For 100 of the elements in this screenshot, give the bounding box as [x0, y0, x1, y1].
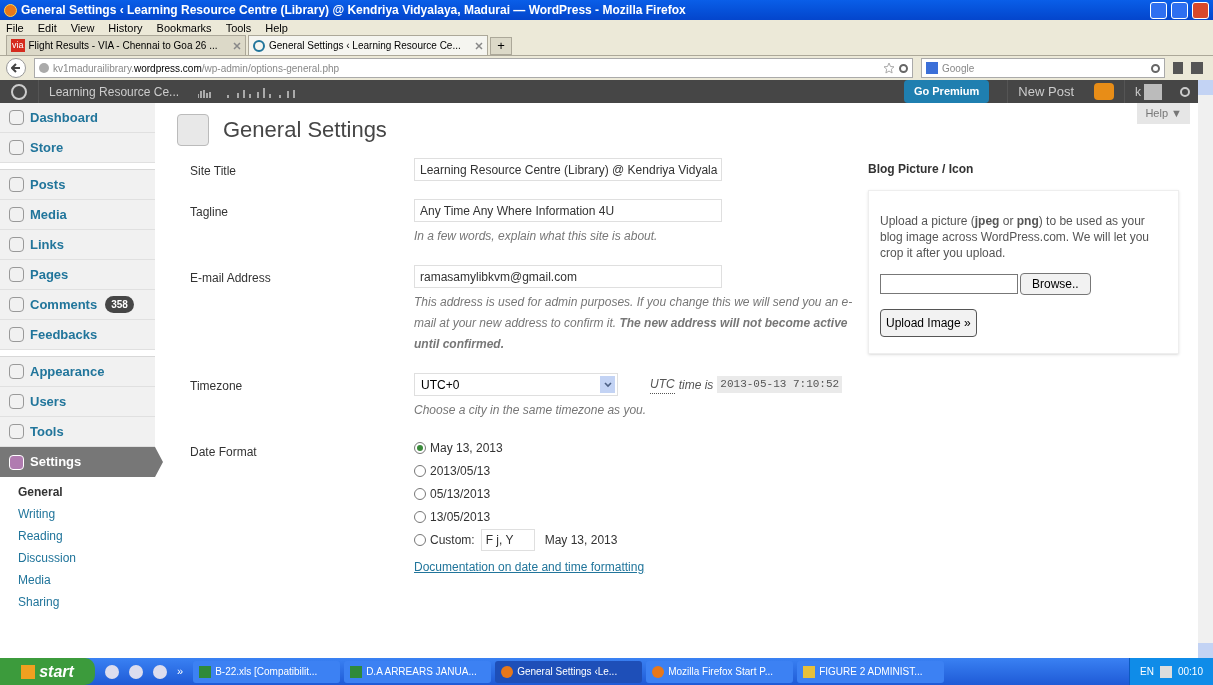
menu-icon [9, 110, 24, 125]
menu-item[interactable]: Bookmarks [156, 19, 212, 37]
upload-description: Upload a picture (jpeg or png) to be used as your blog image across WordPress.com. We will let you crop it after you upload. [880, 213, 1150, 261]
taskbar-button[interactable]: D.A ARREARS JANUA... [344, 660, 492, 683]
radio-label: 05/13/2013 [430, 486, 491, 503]
field-description: In a few words, explain what this site is about. [414, 228, 659, 245]
sidebar-item[interactable]: Media [0, 200, 155, 230]
field-description: This address is used for admin purposes. If you change this we will send you an e-mail at your new address to confirm it. The new address will not become active until confirmed. [414, 294, 854, 353]
menu-icon [9, 207, 24, 222]
star-icon[interactable] [883, 62, 895, 74]
sidebar-item[interactable]: Dashboard [0, 103, 155, 133]
taskbar-button[interactable]: B-22.xls [Compatibilit... [193, 660, 341, 683]
menu-item[interactable]: Tools [225, 19, 252, 37]
close-tab-icon[interactable] [233, 41, 241, 50]
browser-tab[interactable]: via Flight Results - VIA - Chennai to Goa 26 ... [6, 35, 246, 55]
address-bar[interactable]: kv1madurailibrary.wordpress.com/wp-admin/options-general.php [34, 58, 913, 78]
menu-icon [9, 140, 24, 155]
page-title: General Settings [223, 116, 387, 144]
utc-abbreviation: UTC [650, 375, 675, 394]
wordpress-logo-icon[interactable] [11, 83, 27, 100]
file-path-field[interactable] [880, 274, 1018, 294]
comment-count: 358 [105, 296, 134, 313]
taskbar-button[interactable]: Mozilla Firefox Start P... [646, 660, 794, 683]
taskbar-button[interactable]: General Settings ‹Le... [495, 660, 643, 683]
submenu-item[interactable]: Media [18, 571, 51, 593]
utc-time: 2013-05-13 7:10:52 [717, 376, 843, 393]
search-field[interactable]: Google [921, 58, 1165, 78]
timezone-select[interactable]: UTC+0 [414, 373, 618, 396]
menu-item[interactable]: File [6, 19, 24, 37]
submenu-item[interactable]: Writing [18, 505, 56, 527]
sidebar-item[interactable]: Tools [0, 417, 155, 447]
menu-icon [9, 267, 24, 282]
menu-item[interactable]: Help [265, 19, 288, 37]
settings-page-icon [177, 113, 209, 146]
taskbar-button[interactable]: FIGURE 2 ADMINIST... [797, 660, 945, 683]
new-tab-button[interactable]: + [490, 37, 512, 55]
menu-item[interactable]: View [70, 19, 95, 37]
menu-item[interactable]: History [108, 19, 143, 37]
radio-button[interactable] [414, 534, 426, 546]
menu-icon [9, 454, 24, 470]
browser-tab[interactable]: General Settings ‹ Learning Resource Ce... [248, 35, 488, 55]
wordpress-icon [253, 39, 265, 52]
more-button[interactable]: » [177, 663, 184, 680]
radio-button[interactable] [414, 488, 426, 500]
setting-label: E-mail Address [190, 270, 272, 287]
blog-picture-heading: Blog Picture / Icon [868, 161, 975, 178]
menu-icon [9, 424, 24, 439]
menu-icon [9, 394, 24, 409]
go-premium-button[interactable]: Go Premium [903, 80, 990, 103]
tray-icon[interactable] [1159, 665, 1172, 678]
start-button[interactable]: start [0, 658, 95, 685]
window-title: General Settings ‹ Learning Resource Centre (Library) @ Kendriya Vidyalaya, Madurai — WordPress - Mozilla Firefox [21, 2, 687, 19]
radio-button[interactable] [414, 465, 426, 477]
custom-format-field[interactable]: F j, Y [480, 529, 535, 551]
close-tab-icon[interactable] [475, 41, 483, 50]
back-button[interactable] [6, 58, 26, 78]
text-field[interactable]: ramasamylibkvm@gmail.com [414, 265, 722, 288]
setting-label: Site Title [190, 163, 238, 180]
text-field[interactable]: Any Time Any Where Information 4U [414, 199, 722, 222]
reload-icon[interactable] [899, 63, 908, 73]
search-engine-icon [926, 62, 938, 74]
radio-button[interactable] [414, 511, 426, 523]
sidebar-item[interactable]: Settings [0, 447, 155, 477]
menu-icon [9, 297, 24, 312]
back-arrow-icon [11, 63, 21, 73]
close-icon[interactable] [1192, 1, 1209, 19]
browse-button[interactable]: Browse.. [1020, 273, 1091, 295]
sidebar-item[interactable]: Pages [0, 260, 155, 290]
radio-button[interactable] [414, 442, 426, 454]
search-icon[interactable] [1151, 63, 1160, 73]
menu-item[interactable]: Edit [37, 19, 57, 37]
submenu-item[interactable]: General [18, 483, 63, 505]
sidebar-item[interactable]: Links [0, 230, 155, 260]
minimize-icon[interactable] [1150, 1, 1167, 19]
sidebar-item[interactable]: Users [0, 387, 155, 417]
submenu-item[interactable]: Reading [18, 527, 63, 549]
submenu-item[interactable]: Sharing [18, 593, 60, 615]
sidebar-item[interactable]: Feedbacks [0, 320, 155, 350]
documentation-link[interactable]: Documentation on date and time formatting [414, 558, 645, 576]
radio-label: 13/05/2013 [430, 509, 491, 526]
radio-label: 2013/05/13 [430, 463, 491, 480]
help-tab[interactable]: Help ▼ [1137, 103, 1190, 124]
restore-icon[interactable] [1171, 1, 1188, 19]
clock: 00:10 [1177, 665, 1203, 679]
quick-launch-icon[interactable] [105, 664, 119, 679]
utc-label: time is [678, 376, 714, 394]
submenu-item[interactable]: Discussion [18, 549, 77, 571]
sidebar-item[interactable]: Store [0, 133, 155, 163]
text-field[interactable]: Learning Resource Centre (Library) @ Kendriya Vidyala [414, 158, 722, 181]
quick-launch-icon[interactable] [153, 664, 167, 679]
sidebar-item[interactable]: Appearance [0, 357, 155, 387]
setting-label: Timezone [190, 378, 244, 395]
language-indicator[interactable]: EN [1140, 664, 1154, 679]
sidebar-item[interactable]: Comments 358 [0, 290, 155, 320]
field-description: Choose a city in the same timezone as you. [414, 402, 648, 419]
sidebar-item[interactable]: Posts [0, 170, 155, 200]
quick-launch-icon[interactable] [129, 664, 143, 679]
upload-image-button[interactable]: Upload Image » [880, 309, 977, 337]
firefox-icon [4, 3, 17, 17]
menu-icon [9, 364, 24, 379]
